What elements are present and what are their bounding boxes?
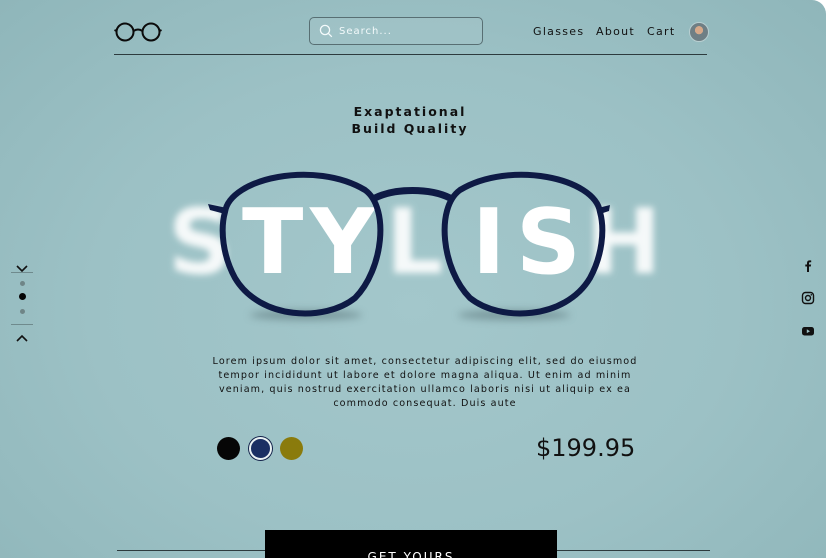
- color-option-olive[interactable]: [280, 437, 303, 460]
- header-divider: [114, 54, 707, 55]
- pager-dot-active[interactable]: [19, 293, 26, 300]
- pager-divider-bottom: [11, 324, 33, 325]
- tagline-line-2: Build Quality: [351, 121, 469, 136]
- eyeglasses-image: [208, 171, 610, 317]
- glasses-logo-icon[interactable]: [114, 20, 162, 44]
- nav-link-about[interactable]: About: [596, 25, 635, 38]
- nav-link-glasses[interactable]: Glasses: [533, 25, 584, 38]
- tagline-line-1: Exaptational: [353, 104, 467, 119]
- search-input[interactable]: [337, 24, 481, 38]
- color-option-black[interactable]: [217, 437, 240, 460]
- pager-divider-top: [11, 272, 33, 273]
- pager-dot[interactable]: [20, 281, 25, 286]
- user-avatar[interactable]: [689, 22, 709, 42]
- instagram-icon[interactable]: [801, 290, 815, 305]
- chevron-up-icon[interactable]: [15, 328, 29, 342]
- page: Glasses About Cart Exaptational Build Qu…: [0, 0, 826, 558]
- product-description: Lorem ipsum dolor sit amet, consectetur …: [212, 355, 638, 409]
- product-price: $199.95: [536, 434, 636, 462]
- color-option-navy-selected[interactable]: [249, 437, 272, 460]
- pager-dot[interactable]: [20, 309, 25, 314]
- get-yours-button[interactable]: GET YOURS: [265, 530, 557, 558]
- search-icon: [319, 24, 333, 38]
- chevron-down-icon[interactable]: [15, 259, 29, 273]
- nav-link-cart[interactable]: Cart: [647, 25, 675, 38]
- search-box[interactable]: [309, 17, 483, 45]
- facebook-icon[interactable]: [801, 258, 815, 272]
- youtube-icon[interactable]: [801, 323, 815, 337]
